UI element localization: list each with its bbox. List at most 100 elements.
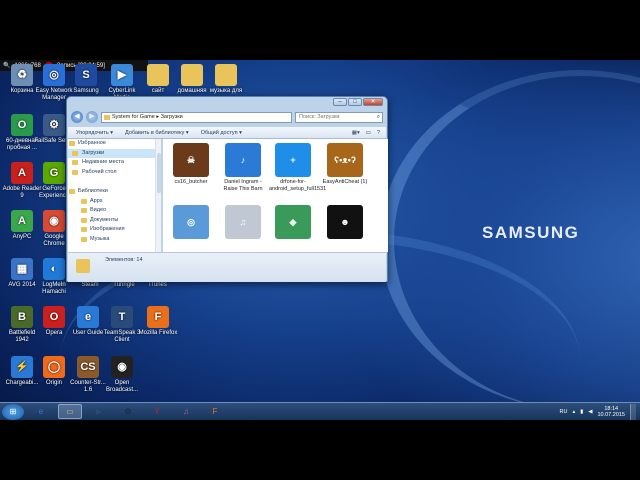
add-to-library-menu[interactable]: Добавить в библиотеку ▾ (125, 130, 189, 136)
search-input[interactable]: Поиск: Загрузки ⌕ (295, 111, 383, 123)
file-list: ☠ cs16_butcher ♪ Daniel Ingram - Raise This… (163, 139, 388, 252)
file-label: drfone-for-android_setup_full1531 (269, 179, 327, 192)
file-item[interactable]: + drfone-for-android_setup_full1531 (269, 143, 327, 192)
view-options-icon[interactable]: ▦▾ (352, 130, 360, 136)
taskbar-explorer-button[interactable]: ▭ (58, 404, 82, 419)
file-item[interactable]: ☻ (321, 205, 369, 241)
desktop-icon[interactable]: T TeamSpeak 3 Client (102, 306, 142, 344)
system-tray: RU ▴ ▮ ◀ 18:14 10.07.2015 (559, 403, 640, 420)
volume-icon[interactable]: ◀ (588, 409, 592, 415)
nav-item[interactable]: Видео (68, 206, 157, 216)
teamspeak-icon: T (111, 306, 133, 328)
file-item[interactable]: ʕ•ᴥ•ʔ EasyAntiCheat (1) (321, 143, 369, 186)
help-icon[interactable]: ? (377, 130, 380, 136)
taskbar-ie-button[interactable]: e (29, 404, 53, 419)
geforce-icon: G (43, 162, 65, 184)
nav-scrollbar[interactable] (155, 139, 161, 252)
file-item[interactable]: ◎ (167, 205, 215, 241)
forward-button[interactable]: ▶ (86, 111, 98, 123)
desktop-icon-label: Samsung (73, 88, 99, 94)
nav-item[interactable]: Apps (68, 197, 157, 207)
folder-icon (104, 114, 110, 120)
back-button[interactable]: ◀ (71, 111, 83, 123)
folder-icon (72, 169, 78, 175)
nav-item-label: Избранное (78, 140, 106, 146)
minimize-button[interactable]: – (333, 98, 347, 106)
file-item[interactable]: ♪ Daniel Ingram - Raise This Barn (219, 143, 267, 192)
folder-icon (81, 236, 87, 242)
taskbar-apps: e ▭ ▶ ⚙ Y ♫ F (24, 404, 227, 419)
show-desktop-button[interactable] (630, 403, 636, 420)
folder-icon (81, 198, 87, 204)
file-item[interactable]: ♫ (219, 205, 267, 241)
taskbar-steam-button[interactable]: ⚙ (116, 404, 140, 419)
origin-icon: ◯ (43, 356, 65, 378)
nav-item-label: Музыка (90, 235, 110, 242)
nav-item[interactable]: Недавние места (68, 158, 157, 168)
search-icon: ⌕ (376, 113, 380, 120)
setup-file-icon: ◈ (275, 205, 311, 239)
file-item[interactable]: ◈ (269, 205, 317, 241)
desktop-icon-label: музыка для (209, 88, 243, 94)
nav-item[interactable]: Загрузки (68, 148, 157, 159)
chrome-icon: ◉ (43, 210, 65, 232)
samsung-icon: S (75, 64, 97, 86)
battlefield-icon: B (11, 306, 33, 328)
nav-item-label: Недавние места (82, 159, 124, 166)
folder-icon (81, 217, 87, 223)
tray-arrow-icon[interactable]: ▴ (572, 409, 575, 415)
taskbar-firefox-button[interactable]: F (203, 404, 227, 419)
nav-item[interactable]: Музыка (68, 235, 157, 245)
address-row: ◀ ▶ System for Game ▸ Загрузки Поиск: За… (71, 110, 383, 124)
drfone-file-icon: + (275, 143, 311, 177)
desktop-icon[interactable]: F Mozilla Firefox (138, 306, 178, 337)
explorer-window[interactable]: – □ ✕ ◀ ▶ System for Game ▸ Загрузки Пои… (66, 96, 388, 282)
desktop-icon-label: Open Broadcast... (105, 380, 138, 393)
nav-item[interactable]: Изображения (68, 225, 157, 235)
nav-item[interactable]: Документы (68, 216, 157, 226)
start-button[interactable]: ⊞ (2, 403, 24, 420)
recycle-bin-icon: ♻ (11, 64, 33, 86)
network-icon[interactable]: ▮ (580, 409, 583, 415)
file-label: cs16_butcher (174, 179, 208, 185)
folder-icon (81, 208, 87, 214)
clock-date: 10.07.2015 (597, 411, 625, 418)
yandex-icon: Y (154, 407, 160, 416)
desktop-icon[interactable]: ◉ Open Broadcast... (102, 356, 142, 394)
folder-icon (147, 64, 169, 86)
scroll-thumb[interactable] (157, 153, 161, 193)
screen: SAMSUNG 🔍 1366x768 Запись [00:04:59] ♻Ко… (0, 0, 640, 480)
firefox-icon: F (212, 407, 218, 416)
nav-item[interactable]: Избранное (68, 139, 157, 149)
user-guide-icon: e (77, 306, 99, 328)
language-indicator[interactable]: RU (559, 409, 567, 415)
star-icon (69, 188, 75, 194)
desktop-icon-label: TeamSpeak 3 Client (103, 330, 141, 343)
nav-item-label: Документы (90, 216, 119, 223)
itunes-setup-file-icon: ♫ (225, 205, 261, 239)
close-button[interactable]: ✕ (363, 98, 383, 106)
desktop-icon[interactable]: музыка для (206, 64, 246, 95)
share-menu[interactable]: Общий доступ ▾ (201, 130, 242, 136)
organize-menu[interactable]: Упорядочить ▾ (76, 130, 113, 136)
desktop-icon[interactable]: S Samsung (66, 64, 106, 95)
nav-item[interactable]: Библиотеки (68, 187, 157, 197)
breadcrumb: System for Game ▸ Загрузки (112, 113, 183, 120)
file-item[interactable]: ☠ cs16_butcher (167, 143, 215, 186)
folder-icon (181, 64, 203, 86)
nav-item-label: Рабочий стол (82, 168, 117, 175)
details-pane: Элементов: 14 (68, 252, 386, 282)
nav-item[interactable]: Рабочий стол (68, 168, 157, 178)
clock[interactable]: 18:14 10.07.2015 (597, 406, 625, 418)
media-player-icon: ▶ (95, 407, 103, 416)
taskbar-itunes-button[interactable]: ♫ (174, 404, 198, 419)
avg-icon: ▦ (11, 258, 33, 280)
address-bar[interactable]: System for Game ▸ Загрузки (101, 111, 292, 123)
command-bar: Упорядочить ▾ Добавить в библиотеку ▾ Об… (68, 127, 386, 139)
preview-pane-icon[interactable]: ▭ (366, 130, 371, 136)
taskbar-media-player-button[interactable]: ▶ (87, 404, 111, 419)
taskbar-yandex-button[interactable]: Y (145, 404, 169, 419)
maximize-button[interactable]: □ (348, 98, 362, 106)
letterbox-top (0, 0, 640, 60)
nav-item-label: Видео (90, 207, 107, 214)
